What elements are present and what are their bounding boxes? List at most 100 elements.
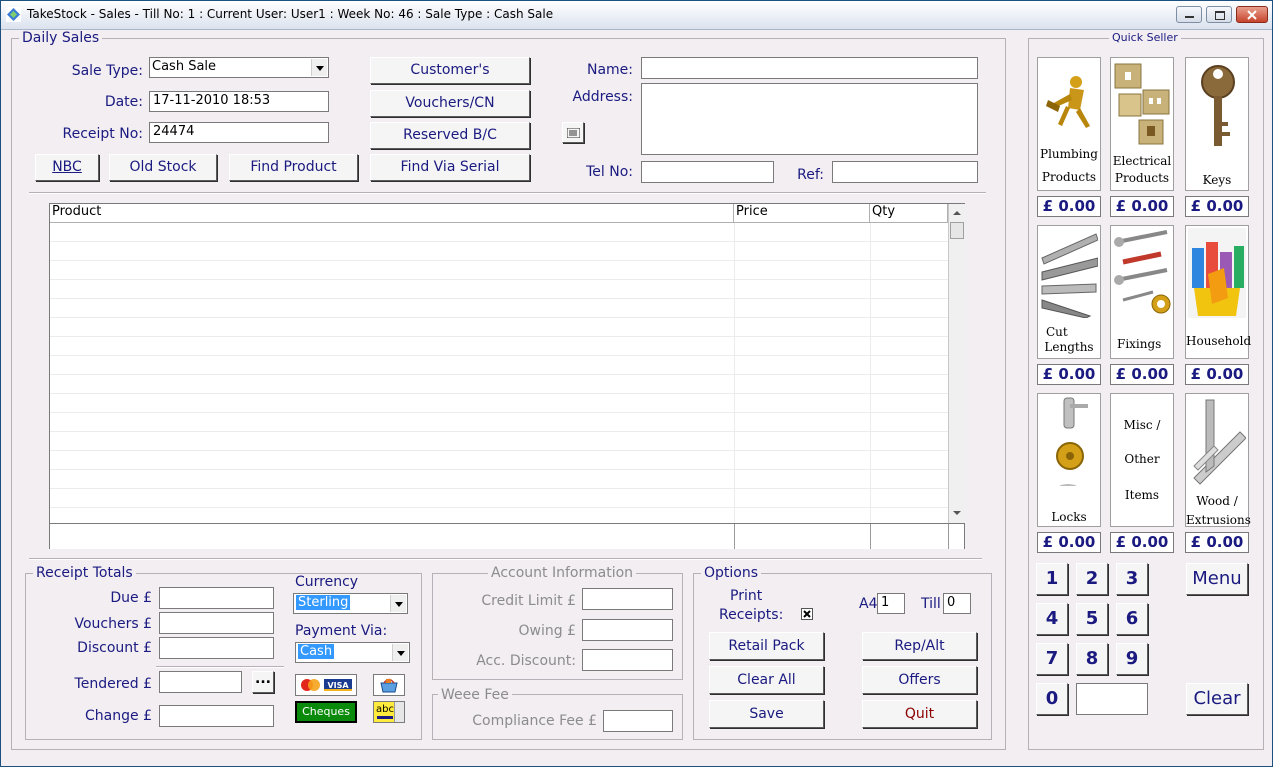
grid-column-divider [734,223,735,523]
column-header-product[interactable]: Product [50,204,734,223]
keypad-display[interactable] [1076,683,1148,715]
rep-alt-button[interactable]: Rep/Alt [862,632,977,660]
keypad-4-button[interactable]: 4 [1036,603,1068,635]
find-via-serial-button[interactable]: Find Via Serial [370,154,530,181]
tendered-field[interactable] [159,671,242,693]
column-header-qty[interactable]: Qty [870,204,948,223]
reserved-button[interactable]: Reserved B/C [370,122,530,149]
keypad-1-button[interactable]: 1 [1036,563,1068,595]
minimize-button[interactable] [1176,6,1202,23]
cheques-button[interactable]: Cheques [295,701,357,723]
owing-field[interactable] [582,619,673,641]
tile-label: Items [1124,488,1160,502]
scroll-down-icon[interactable] [950,506,963,521]
grid-scrollbar[interactable] [948,204,965,523]
date-label: Date: [104,94,143,110]
tel-no-field[interactable] [641,161,774,183]
quick-seller-tile-plumbing[interactable]: Plumbing Products [1037,57,1101,191]
quick-seller-tile-wood-extrusions[interactable]: Wood / Extrusions [1185,393,1251,527]
clear-all-button[interactable]: Clear All [709,666,824,694]
keypad-5-button[interactable]: 5 [1076,603,1108,635]
vouchers-label: Vouchers £ [74,616,152,632]
date-field[interactable]: 17-11-2010 18:53 [149,91,329,112]
maximize-button[interactable] [1206,6,1232,23]
account-information-legend: Account Information [488,565,637,581]
barcode-button[interactable] [562,122,584,143]
tile-label: Products [1041,170,1097,184]
keypad-0-button[interactable]: 0 [1036,683,1068,715]
till-field[interactable]: 0 [943,593,971,614]
offers-button[interactable]: Offers [862,666,977,694]
chevron-down-icon[interactable] [390,595,406,612]
title-bar[interactable]: TakeStock - Sales - Till No: 1 : Current… [1,1,1272,30]
credit-limit-label: Credit Limit £ [481,593,576,609]
app-icon [6,7,21,22]
discount-field[interactable] [159,637,274,659]
chevron-down-icon[interactable] [392,644,408,661]
clear-button[interactable]: Clear [1186,683,1248,715]
tile-price: £ 0.00 [1037,196,1101,217]
sale-type-select[interactable]: Cash Sale [149,57,329,78]
product-grid[interactable]: Product Price Qty [49,203,965,549]
ref-label: Ref: [797,167,824,183]
plumber-icon [1046,76,1090,128]
quick-seller-tile-electrical[interactable]: Electrical Products [1110,57,1174,191]
abc-button[interactable]: abc [373,701,405,723]
chevron-down-icon[interactable] [394,702,404,722]
keypad-2-button[interactable]: 2 [1076,563,1108,595]
tile-price: £ 0.00 [1110,196,1174,217]
receipt-no-field[interactable]: 24474 [149,122,329,143]
vouchers-field[interactable] [159,612,274,634]
old-stock-button[interactable]: Old Stock [109,154,217,181]
quit-button[interactable]: Quit [862,700,977,728]
tile-label: Locks [1051,510,1087,524]
basket-icon [380,678,398,693]
vouchers-button[interactable]: Vouchers/CN [370,90,530,117]
quick-seller-tile-fixings[interactable]: Fixings [1110,225,1174,359]
barcode-icon [567,128,580,138]
save-button[interactable]: Save [709,700,824,728]
credit-limit-field[interactable] [582,588,673,610]
a4-field[interactable]: 1 [877,593,905,614]
name-field[interactable] [641,57,978,79]
due-field[interactable] [159,587,274,609]
tile-price: £ 0.00 [1110,364,1174,385]
quick-seller-tile-cut-lengths[interactable]: Cut Lengths [1037,225,1101,359]
currency-select[interactable]: Sterling [293,593,408,614]
keypad-7-button[interactable]: 7 [1036,643,1068,675]
tile-price: £ 0.00 [1185,532,1249,553]
acc-discount-field[interactable] [582,649,673,671]
tendered-browse-button[interactable]: ... [252,671,274,693]
menu-button[interactable]: Menu [1186,563,1248,595]
quick-seller-tile-keys[interactable]: Keys [1185,57,1249,191]
retail-pack-button[interactable]: Retail Pack [709,632,824,660]
ref-field[interactable] [832,161,978,183]
address-field[interactable] [641,83,978,155]
separator [156,666,284,668]
tile-label: Other [1124,452,1160,466]
card-payment-button[interactable]: VISA [295,674,357,696]
quick-seller-tile-household[interactable]: Household [1185,225,1251,359]
find-product-button[interactable]: Find Product [229,154,358,181]
quick-seller-tile-misc[interactable]: Misc / Other Items [1110,393,1174,527]
keypad-9-button[interactable]: 9 [1116,643,1148,675]
electrical-socket-icon [1114,63,1170,145]
payment-via-select[interactable]: Cash [295,642,410,663]
column-header-price[interactable]: Price [734,204,870,223]
change-field[interactable] [159,705,274,727]
chevron-down-icon[interactable] [311,59,327,76]
scroll-up-icon[interactable] [950,205,963,220]
keypad-3-button[interactable]: 3 [1116,563,1148,595]
print-receipts-checkbox[interactable] [801,608,813,620]
nbc-button[interactable]: NBC [35,154,99,181]
basket-button[interactable] [373,674,405,696]
compliance-fee-field[interactable] [603,710,673,732]
keypad-8-button[interactable]: 8 [1076,643,1108,675]
quick-seller-tile-locks[interactable]: Locks [1037,393,1101,527]
tile-price: £ 0.00 [1037,532,1101,553]
keypad-6-button[interactable]: 6 [1116,603,1148,635]
scroll-thumb[interactable] [950,222,964,239]
close-button[interactable] [1236,6,1268,23]
customers-button[interactable]: Customer's [370,57,530,84]
grid-body[interactable] [50,223,948,523]
